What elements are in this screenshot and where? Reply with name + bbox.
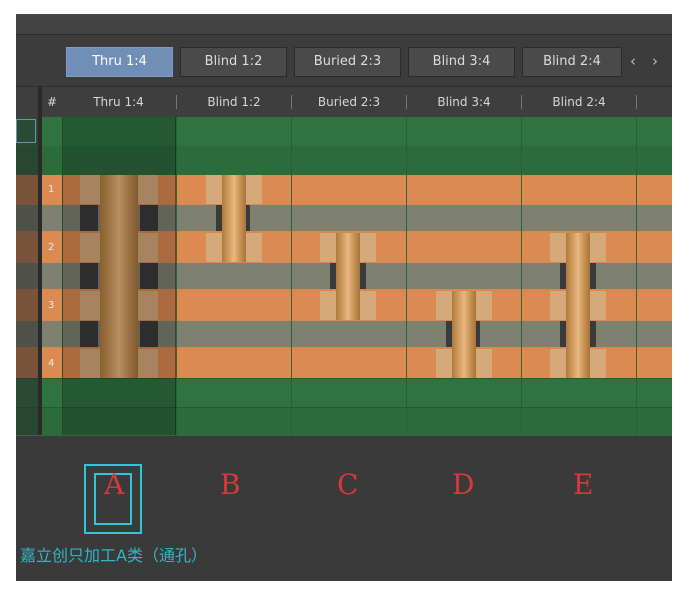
row-number: 4 (48, 358, 55, 369)
annotation-letter-d: D (452, 468, 475, 501)
header-col-buried-2-3[interactable]: Buried 2:3 (292, 87, 406, 117)
annotation-letter-c: C (337, 468, 359, 501)
header-col-blind-1-2[interactable]: Blind 1:2 (177, 87, 291, 117)
selected-column-highlight (62, 117, 176, 435)
splitter-gutter[interactable] (38, 86, 42, 435)
grid-line (406, 117, 407, 435)
layer-selection-box[interactable] (16, 119, 36, 143)
window-top-bar (16, 14, 672, 35)
tab-thru-1-4[interactable]: Thru 1:4 (66, 47, 173, 77)
annotation-caption: 嘉立创只加工A类（通孔） (20, 546, 207, 565)
left-layer-panel (16, 117, 38, 435)
grid-line (291, 117, 292, 435)
tab-blind-3-4[interactable]: Blind 3:4 (408, 47, 515, 77)
header-divider (636, 95, 637, 109)
column-header-row: # Thru 1:4 Blind 1:2 Buried 2:3 Blind 3:… (16, 86, 672, 118)
tab-buried-2-3[interactable]: Buried 2:3 (294, 47, 401, 77)
annotation-letter-b: B (220, 468, 241, 501)
header-col-blind-2-4[interactable]: Blind 2:4 (522, 87, 636, 117)
annotation-letter-a: A (104, 468, 125, 501)
grid-line (521, 117, 522, 435)
row-number: 3 (48, 300, 55, 311)
annotation-letter-e: E (573, 468, 594, 501)
chevron-right-icon[interactable]: › (646, 47, 664, 77)
header-col-thru-1-4[interactable]: Thru 1:4 (62, 87, 175, 117)
row-number: 1 (48, 184, 55, 195)
header-col-blind-3-4[interactable]: Blind 3:4 (407, 87, 521, 117)
grid-line (636, 117, 637, 435)
header-number: # (46, 95, 58, 109)
grid-line (176, 117, 177, 435)
via-type-tab-strip: Thru 1:4 Blind 1:2 Buried 2:3 Blind 3:4 … (16, 35, 672, 85)
tab-blind-1-2[interactable]: Blind 1:2 (180, 47, 287, 77)
chevron-left-icon[interactable]: ‹ (624, 47, 642, 77)
tab-blind-2-4[interactable]: Blind 2:4 (522, 47, 622, 77)
row-number: 2 (48, 242, 55, 253)
